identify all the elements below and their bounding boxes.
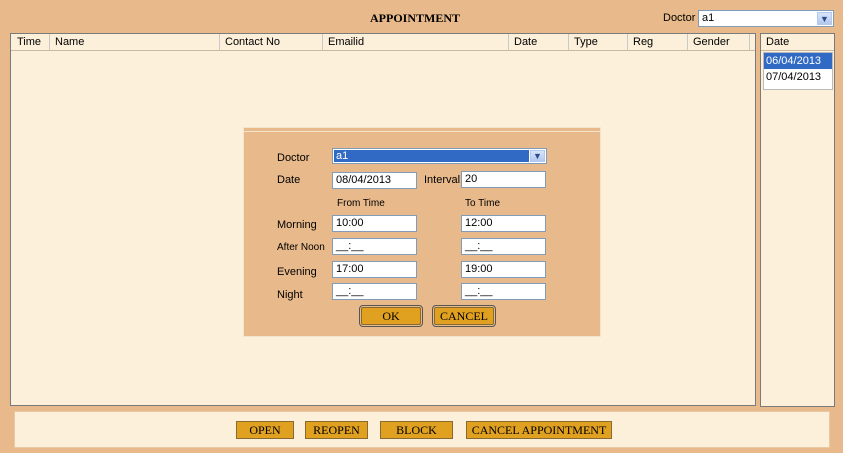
column-divider[interactable] — [749, 34, 750, 50]
afternoon-from-field[interactable]: __:__ — [332, 238, 417, 255]
column-header-contact[interactable]: Contact No — [225, 36, 280, 48]
doctor-select-value: a1 — [702, 12, 715, 24]
chevron-down-icon[interactable]: ▼ — [530, 150, 545, 162]
dialog-date-label: Date — [277, 174, 301, 186]
footer-bar: OPEN REOPEN BLOCK CANCEL APPOINTMENT — [14, 411, 830, 448]
dialog-doctor-label: Doctor — [277, 152, 310, 164]
dialog-doctor-select[interactable]: a1 ▼ — [332, 148, 547, 164]
from-time-label: From Time — [337, 198, 385, 209]
column-divider[interactable] — [49, 34, 50, 50]
column-divider[interactable] — [508, 34, 509, 50]
morning-from-field[interactable]: 10:00 — [332, 215, 417, 232]
column-header-emailid[interactable]: Emailid — [328, 36, 364, 48]
ok-button[interactable]: OK — [359, 305, 423, 327]
dialog-divider — [244, 131, 600, 132]
afternoon-label: After Noon — [277, 242, 325, 253]
date-panel-title: Date — [766, 36, 790, 48]
schedule-dialog: Doctor a1 ▼ Date 08/04/2013 Interval 20 … — [243, 127, 601, 337]
night-to-field[interactable]: __:__ — [461, 283, 546, 300]
date-list-item-selected[interactable]: 06/04/2013 — [764, 53, 832, 69]
cancel-button[interactable]: CANCEL — [432, 305, 496, 327]
interval-label: Interval — [424, 174, 461, 186]
column-divider[interactable] — [687, 34, 688, 50]
morning-to-field[interactable]: 12:00 — [461, 215, 546, 232]
evening-to-field[interactable]: 19:00 — [461, 261, 546, 278]
night-from-field[interactable]: __:__ — [332, 283, 417, 300]
date-field[interactable]: 08/04/2013 — [332, 172, 417, 189]
column-divider[interactable] — [627, 34, 628, 50]
doctor-select[interactable]: a1 ▼ — [698, 10, 834, 27]
doctor-label: Doctor — [663, 12, 696, 24]
date-panel: Date 06/04/2013 07/04/2013 — [760, 33, 835, 407]
column-header-gender[interactable]: Gender — [693, 36, 730, 48]
date-list-item[interactable]: 07/04/2013 — [764, 69, 832, 85]
chevron-down-icon[interactable]: ▼ — [817, 12, 832, 25]
column-header-reg[interactable]: Reg — [633, 36, 653, 48]
column-divider[interactable] — [568, 34, 569, 50]
column-divider[interactable] — [322, 34, 323, 50]
block-button[interactable]: BLOCK — [380, 421, 453, 439]
open-button[interactable]: OPEN — [236, 421, 294, 439]
column-divider[interactable] — [219, 34, 220, 50]
date-list[interactable]: 06/04/2013 07/04/2013 — [763, 52, 833, 90]
to-time-label: To Time — [465, 198, 501, 209]
top-bar: APPOINTMENT Doctor a1 ▼ — [0, 0, 843, 32]
cancel-appointment-button[interactable]: CANCEL APPOINTMENT — [466, 421, 612, 439]
evening-from-field[interactable]: 17:00 — [332, 261, 417, 278]
night-label: Night — [277, 289, 303, 301]
morning-label: Morning — [277, 219, 317, 231]
interval-field[interactable]: 20 — [461, 171, 546, 188]
column-header-type[interactable]: Type — [574, 36, 598, 48]
dialog-doctor-value: a1 — [334, 150, 529, 162]
column-header-date[interactable]: Date — [514, 36, 537, 48]
date-panel-header: Date — [761, 34, 834, 51]
evening-label: Evening — [277, 266, 317, 278]
column-header-time[interactable]: Time — [17, 36, 41, 48]
table-header: Time Name Contact No Emailid Date Type R… — [11, 34, 755, 51]
reopen-button[interactable]: REOPEN — [305, 421, 368, 439]
afternoon-to-field[interactable]: __:__ — [461, 238, 546, 255]
column-header-name[interactable]: Name — [55, 36, 84, 48]
